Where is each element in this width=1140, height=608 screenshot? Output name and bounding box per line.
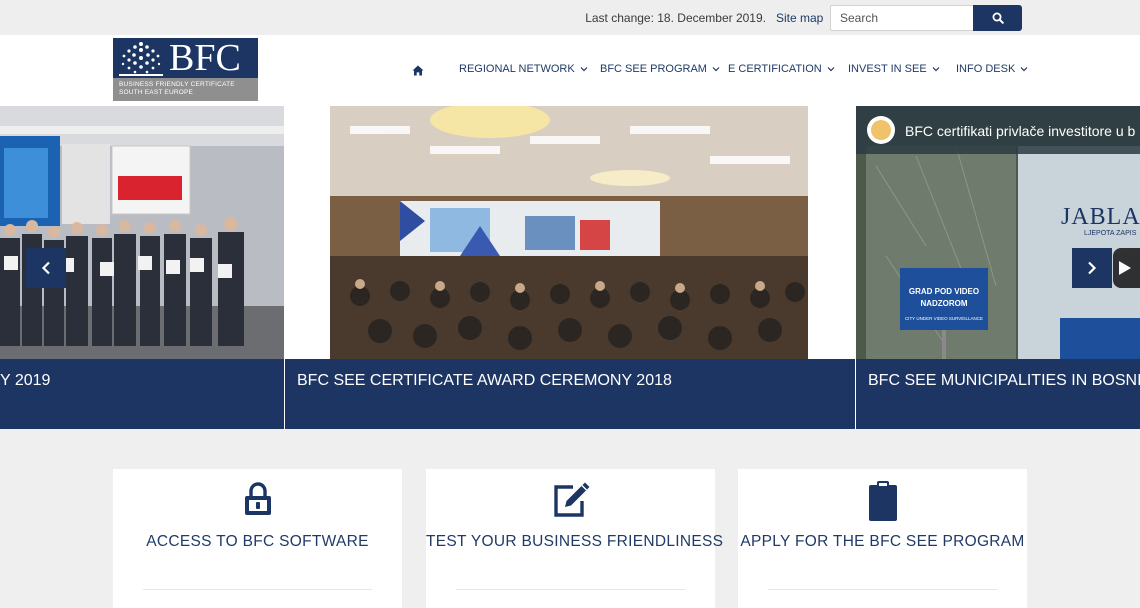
chevron-down-icon xyxy=(827,67,835,72)
card-divider xyxy=(143,589,372,590)
video-play-button[interactable] xyxy=(1113,248,1140,288)
chevron-left-icon xyxy=(41,261,50,275)
nav-invest-in-see[interactable]: INVEST IN SEE xyxy=(848,63,940,75)
carousel-caption: Y 2019 xyxy=(0,359,284,429)
logo-tagline-line2: SOUTH EAST EUROPE xyxy=(119,89,194,96)
main-nav: REGIONAL NETWORK BFC SEE PROGRAM E CERTI… xyxy=(0,63,1140,77)
carousel-prev-button[interactable] xyxy=(26,248,66,288)
site-header: BFC BUSINESS FRIENDLY CERTIFICATE SOUTH … xyxy=(0,35,1140,106)
home-icon xyxy=(412,65,424,76)
site-map-link[interactable]: Site map xyxy=(776,11,823,25)
award-ceremony-2018-photo xyxy=(330,106,808,359)
nav-e-certification[interactable]: E CERTIFICATION xyxy=(728,63,835,75)
video-banner-sub: LJEPOTA ZAPIS xyxy=(1084,230,1137,237)
card-apply-program[interactable]: APPLY FOR THE BFC SEE PROGRAM xyxy=(738,469,1027,608)
card-divider xyxy=(456,589,685,590)
carousel-slide[interactable]: BFC SEE CERTIFICATE AWARD CEREMONY 2018 xyxy=(285,106,855,429)
news-carousel: Y 2019 BFC SEE CERTIFICATE AWARD CEREMON… xyxy=(0,106,1140,429)
video-title: BFC certifikati privlače investitore u b xyxy=(905,123,1136,139)
nav-label: INVEST IN SEE xyxy=(848,63,927,75)
chevron-down-icon xyxy=(932,67,940,72)
search-icon xyxy=(992,12,1004,24)
award-ceremony-2019-photo xyxy=(0,106,284,359)
nav-bfc-see-program[interactable]: BFC SEE PROGRAM xyxy=(600,63,720,75)
nav-label: BFC SEE PROGRAM xyxy=(600,63,707,75)
caption-text: BFC SEE CERTIFICATE AWARD CEREMONY 2018 xyxy=(297,372,672,389)
carousel-caption: BFC SEE MUNICIPALITIES IN BOSNIA AND HER… xyxy=(856,359,1140,429)
card-access-software[interactable]: ACCESS TO BFC SOFTWARE xyxy=(113,469,402,608)
chevron-down-icon xyxy=(1020,67,1028,72)
card-test-friendliness[interactable]: TEST YOUR BUSINESS FRIENDLINESS xyxy=(426,469,724,608)
lock-icon xyxy=(244,482,271,515)
video-sign-sub: CITY UNDER VIDEO SURVEILLANCE xyxy=(904,316,984,321)
card-divider xyxy=(768,589,997,590)
edit-icon xyxy=(553,482,589,517)
play-icon xyxy=(1119,261,1131,275)
chevron-right-icon xyxy=(1088,261,1097,275)
video-banner-text: JABLAN xyxy=(1061,204,1140,230)
carousel-caption: BFC SEE CERTIFICATE AWARD CEREMONY 2018 xyxy=(285,359,855,429)
nav-label: INFO DESK xyxy=(956,63,1016,75)
card-label: APPLY FOR THE BFC SEE PROGRAM xyxy=(740,533,1025,550)
caption-text: BFC SEE MUNICIPALITIES IN BOSNIA AND HER… xyxy=(868,372,1140,389)
nav-label: E CERTIFICATION xyxy=(728,63,822,75)
caption-text: Y 2019 xyxy=(0,372,51,389)
logo-tagline-band: BUSINESS FRIENDLY CERTIFICATE SOUTH EAST… xyxy=(113,78,258,101)
carousel-next-button[interactable] xyxy=(1072,248,1112,288)
top-utility-bar: Last change: 18. December 2019. Site map xyxy=(0,0,1140,35)
card-label: TEST YOUR BUSINESS FRIENDLINESS xyxy=(426,533,724,550)
nav-regional-network[interactable]: REGIONAL NETWORK xyxy=(459,63,588,75)
video-sign: GRAD POD VIDEO NADZOROM xyxy=(908,287,980,308)
logo-tagline: BUSINESS FRIENDLY CERTIFICATE SOUTH EAST… xyxy=(119,81,235,97)
search-form xyxy=(830,5,1022,31)
search-button[interactable] xyxy=(973,5,1022,31)
search-input[interactable] xyxy=(830,5,974,31)
nav-home[interactable] xyxy=(412,63,424,81)
nav-label: REGIONAL NETWORK xyxy=(459,63,575,75)
nav-info-desk[interactable]: INFO DESK xyxy=(956,63,1028,75)
chevron-down-icon xyxy=(712,67,720,72)
card-label: ACCESS TO BFC SOFTWARE xyxy=(146,533,369,550)
last-change-text: Last change: 18. December 2019. xyxy=(585,11,766,25)
chevron-down-icon xyxy=(580,67,588,72)
logo-tagline-line1: BUSINESS FRIENDLY CERTIFICATE xyxy=(119,81,235,88)
clipboard-icon xyxy=(868,481,897,521)
